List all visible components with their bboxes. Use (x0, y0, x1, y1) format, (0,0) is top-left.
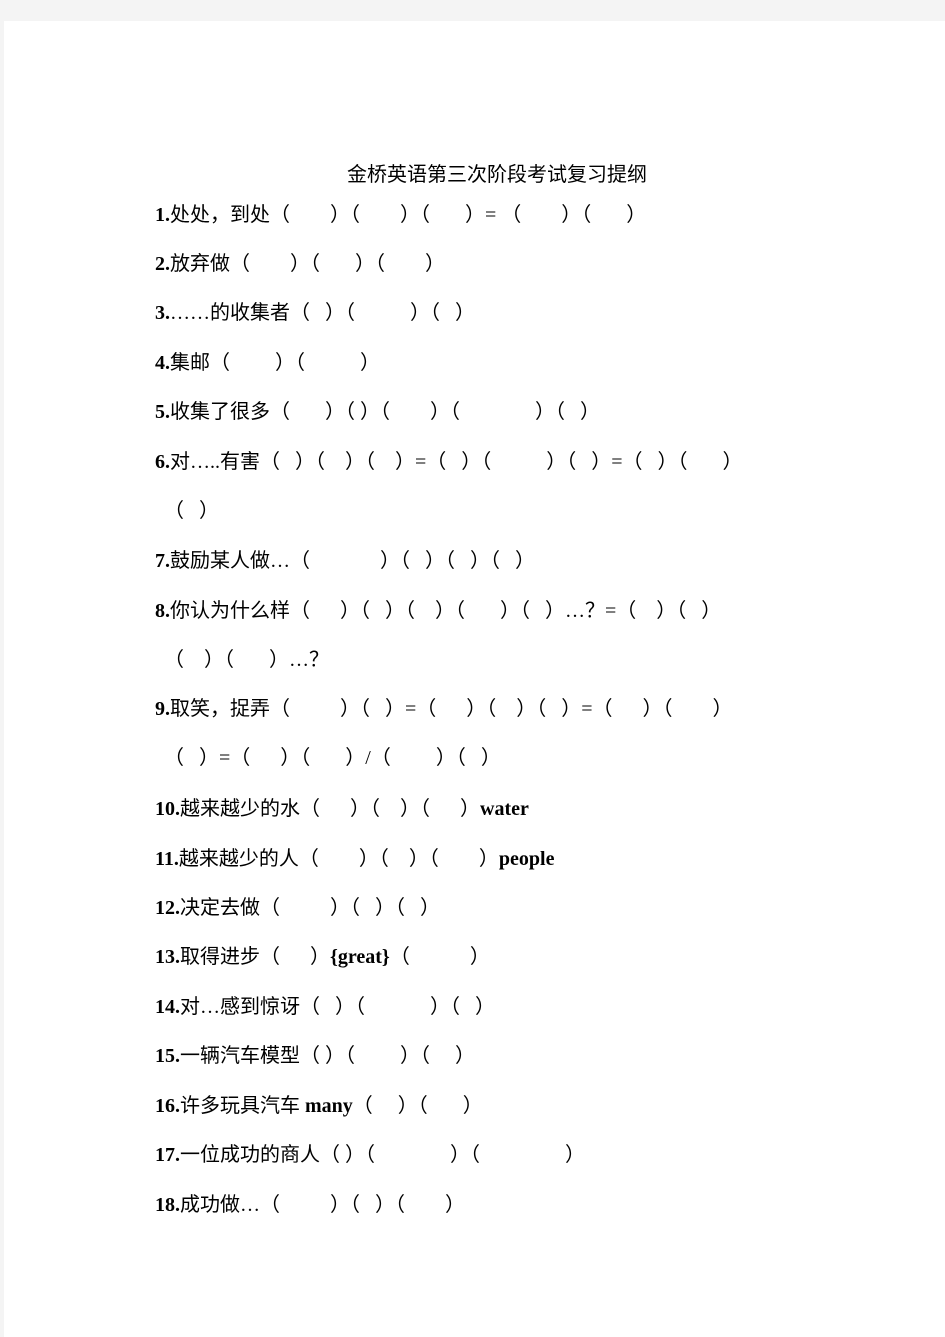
item-text: （ ） (164, 500, 219, 522)
item-number: 14. (155, 996, 180, 1018)
item-text: 对…感到惊讶（ ）（ ）（ ） (180, 996, 495, 1018)
document-page: 金桥英语第三次阶段考试复习提纲 1.处处，到处（ ）（ ）（ ）= （ ）（ ）… (4, 21, 945, 1337)
item-english-word: water (480, 798, 529, 820)
item-text: 取笑，捉弄（ ）（ ）=（ ）（ ）（ ）=（ ）（ ） (170, 698, 733, 720)
outline-item-13: 13.取得进步（ ）{great}（ ） (155, 940, 490, 969)
item-english-word: {great} (330, 946, 390, 968)
outline-item-8: 8.你认为什么样（ ）（ ）（ ）（ ）（ ）…？=（ ）（ ） (155, 594, 721, 623)
item-text: 放弃做（ ）（ ）（ ） (170, 253, 445, 275)
item-number: 8. (155, 600, 170, 622)
outline-item-2: 2.放弃做（ ）（ ）（ ） (155, 247, 445, 276)
outline-item-16: 16.许多玩具汽车 many（ ）（ ） (155, 1089, 483, 1118)
item-number: 2. (155, 253, 170, 275)
item-number: 17. (155, 1144, 180, 1166)
outline-item-9-continued: （ ）=（ ）（ ）/（ ）（ ） (164, 741, 501, 770)
item-number: 12. (155, 897, 180, 919)
item-text: 越来越少的人（ ）（ ）（ ） (178, 848, 499, 870)
outline-item-1: 1.处处，到处（ ）（ ）（ ）= （ ）（ ） (155, 198, 646, 227)
item-text: 越来越少的水（ ）（ ）（ ） (180, 798, 480, 820)
item-english-word: people (498, 848, 555, 870)
item-number: 9. (155, 698, 170, 720)
item-text: ……的收集者（ ）（ ）（ ） (170, 302, 475, 324)
item-number: 7. (155, 550, 170, 572)
item-text: 取得进步（ ） (180, 946, 330, 968)
item-text: 鼓励某人做…（ ）（ ）（ ）（ ） (170, 550, 535, 572)
item-number: 18. (155, 1194, 180, 1216)
outline-item-9: 9.取笑，捉弄（ ）（ ）=（ ）（ ）（ ）=（ ）（ ） (155, 692, 733, 721)
outline-item-5: 5.收集了很多（ ）（ ）（ ）（ ）（ ） (155, 395, 600, 424)
item-number: 3. (155, 302, 170, 324)
item-text: 一位成功的商人（ ）（ ）（ ） (180, 1144, 585, 1166)
item-number: 16. (155, 1095, 180, 1117)
outline-item-3: 3.……的收集者（ ）（ ）（ ） (155, 296, 475, 325)
item-text-after: （ ）（ ） (352, 1095, 483, 1117)
outline-item-15: 15.一辆汽车模型（ ）（ ）（ ） (155, 1039, 475, 1068)
outline-item-4: 4.集邮（ ）（ ） (155, 346, 380, 375)
item-number: 11. (155, 848, 179, 870)
item-text: （ ）=（ ）（ ）/（ ）（ ） (164, 747, 501, 769)
item-text: 决定去做（ ）（ ）（ ） (180, 897, 440, 919)
item-text: （ ）（ ）…？ (164, 649, 329, 671)
outline-item-6-continued: （ ） (164, 494, 219, 523)
item-english-word: many (305, 1095, 353, 1117)
item-text: 成功做…（ ）（ ）（ ） (180, 1194, 465, 1216)
item-text: 处处，到处（ ）（ ）（ ）= （ ）（ ） (170, 204, 647, 226)
item-text: 集邮（ ）（ ） (170, 352, 380, 374)
outline-item-10: 10.越来越少的水（ ）（ ）（ ）water (155, 792, 529, 821)
item-text-after: （ ） (389, 946, 490, 968)
item-number: 15. (155, 1045, 180, 1067)
item-text: 一辆汽车模型（ ）（ ）（ ） (180, 1045, 475, 1067)
outline-item-14: 14.对…感到惊讶（ ）（ ）（ ） (155, 990, 495, 1019)
item-number: 6. (155, 451, 170, 473)
outline-item-8-continued: （ ）（ ）…？ (164, 643, 329, 672)
item-text: 你认为什么样（ ）（ ）（ ）（ ）（ ）…？=（ ）（ ） (170, 600, 722, 622)
outline-item-6: 6.对…..有害（ ）（ ）（ ）=（ ）（ ）（ ）=（ ）（ ） (155, 445, 743, 474)
outline-item-17: 17.一位成功的商人（ ）（ ）（ ） (155, 1138, 585, 1167)
outline-item-11: 11.越来越少的人（ ）（ ）（ ）people (155, 842, 554, 871)
item-text: 对…..有害（ ）（ ）（ ）=（ ）（ ）（ ）=（ ）（ ） (170, 451, 743, 473)
item-number: 13. (155, 946, 180, 968)
item-number: 5. (155, 401, 170, 423)
item-text: 收集了很多（ ）（ ）（ ）（ ）（ ） (170, 401, 600, 423)
item-number: 1. (155, 204, 170, 226)
outline-item-7: 7.鼓励某人做…（ ）（ ）（ ）（ ） (155, 544, 535, 573)
item-number: 10. (155, 798, 180, 820)
item-number: 4. (155, 352, 170, 374)
outline-item-12: 12.决定去做（ ）（ ）（ ） (155, 891, 440, 920)
outline-item-18: 18.成功做…（ ）（ ）（ ） (155, 1188, 465, 1217)
item-text: 许多玩具汽车 (180, 1095, 305, 1117)
document-title: 金桥英语第三次阶段考试复习提纲 (347, 164, 647, 186)
